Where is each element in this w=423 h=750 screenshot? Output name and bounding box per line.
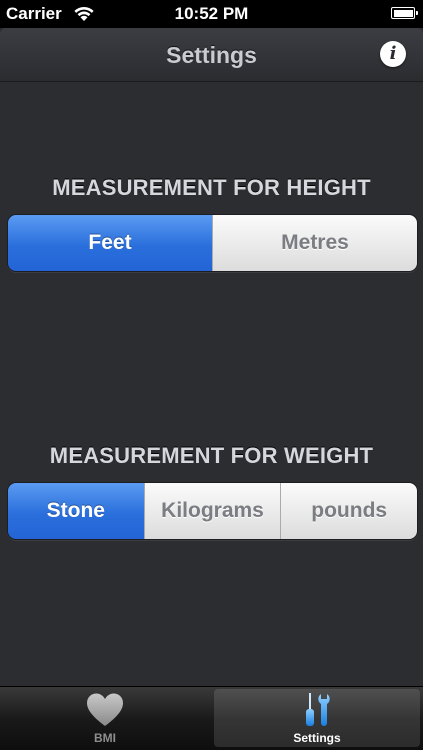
segment-kilograms[interactable]: Kilograms [143, 483, 281, 539]
settings-content: MEASUREMENT FOR HEIGHT Feet Metres MEASU… [0, 82, 423, 686]
segment-metres[interactable]: Metres [212, 215, 417, 271]
height-unit-control: Feet Metres [7, 214, 418, 272]
tab-settings[interactable]: Settings [214, 689, 420, 747]
tab-bmi-label: BMI [94, 731, 116, 745]
navigation-bar: Settings i [0, 28, 423, 82]
heart-icon [87, 693, 123, 726]
info-button[interactable]: i [380, 41, 406, 67]
weight-section-title: MEASUREMENT FOR WEIGHT [49, 443, 374, 468]
tools-icon [306, 693, 330, 726]
page-title: Settings [166, 42, 257, 68]
info-icon: i [389, 43, 397, 64]
weight-unit-control: Stone Kilograms pounds [7, 482, 418, 540]
battery-icon [391, 7, 418, 19]
segment-feet[interactable]: Feet [8, 215, 212, 271]
tab-bmi[interactable]: BMI [2, 689, 208, 747]
segment-stone[interactable]: Stone [8, 483, 144, 539]
tab-settings-label: Settings [293, 731, 341, 745]
height-section-title: MEASUREMENT FOR HEIGHT [52, 175, 371, 200]
status-bar: Carrier 10:52 PM [0, 0, 423, 28]
app-screen: Carrier 10:52 PM Settings i MEASUREMENT … [0, 0, 423, 750]
tab-bar: BMI Settings [0, 686, 423, 750]
status-time: 10:52 PM [174, 4, 249, 23]
segment-pounds[interactable]: pounds [280, 483, 417, 539]
